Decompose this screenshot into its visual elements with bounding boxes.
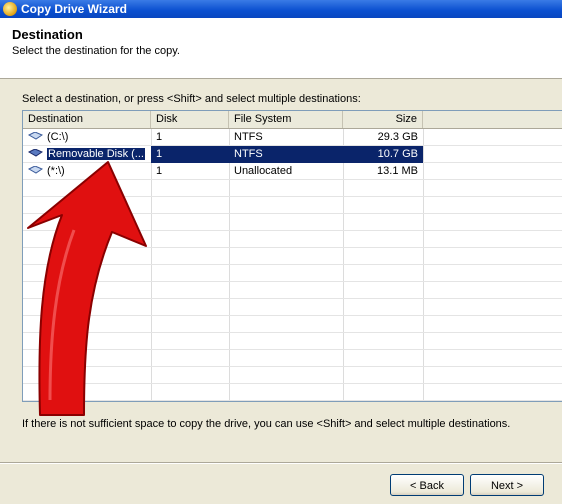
cell-file-system: Unallocated (234, 165, 293, 177)
back-button[interactable]: < Back (390, 474, 464, 496)
grid-line (23, 247, 562, 248)
app-icon (3, 2, 17, 16)
instruction-text: Select a destination, or press <Shift> a… (22, 93, 361, 105)
wizard-header: Destination Select the destination for t… (0, 18, 562, 79)
title-bar: Copy Drive Wizard (0, 0, 562, 18)
table-row[interactable]: (C:\) 1 NTFS 29.3 GB (23, 129, 423, 146)
destination-name: (*:\) (47, 165, 65, 177)
cell-disk: 1 (156, 131, 163, 143)
page-subtitle: Select the destination for the copy. (12, 45, 180, 57)
divider (0, 463, 562, 464)
grid-line (23, 298, 562, 299)
cell-disk: 1 (151, 146, 229, 163)
grid-line (23, 230, 562, 231)
grid-line (23, 349, 562, 350)
column-header-disk[interactable]: Disk (151, 111, 229, 128)
column-header-destination[interactable]: Destination (23, 111, 151, 128)
cell-destination: (*:\) (23, 163, 151, 180)
grid-line (423, 129, 424, 401)
next-button[interactable]: Next > (470, 474, 544, 496)
table-row-selected[interactable]: Removable Disk (... 1 NTFS 10.7 GB (23, 146, 423, 163)
grid-line (23, 213, 562, 214)
cell-destination: (C:\) (23, 129, 151, 146)
destination-list[interactable]: Destination Disk File System Size (C:\) … (22, 110, 562, 402)
grid-line (23, 196, 562, 197)
cell-disk: 1 (156, 165, 163, 177)
table-row[interactable]: (*:\) 1 Unallocated 13.1 MB (23, 163, 423, 180)
column-header-size[interactable]: Size (343, 111, 423, 128)
window-title: Copy Drive Wizard (21, 2, 127, 16)
cell-size: 29.3 GB (377, 131, 418, 143)
cell-file-system: NTFS (234, 131, 263, 143)
grid-line (23, 400, 562, 401)
destination-name: (C:\) (47, 131, 69, 143)
footnote-text: If there is not sufficient space to copy… (22, 418, 511, 430)
removable-disk-icon (28, 149, 43, 157)
destination-name: Removable Disk (... (46, 147, 146, 161)
grid-line (23, 383, 562, 384)
grid-line (23, 332, 562, 333)
cell-size: 13.1 MB (377, 165, 418, 177)
column-header-file-system[interactable]: File System (229, 111, 343, 128)
grid-line (23, 366, 562, 367)
cell-size: 10.7 GB (343, 146, 423, 163)
cell-destination: Removable Disk (... (23, 146, 151, 163)
cell-file-system: NTFS (229, 146, 343, 163)
grid-line (23, 281, 562, 282)
list-header: Destination Disk File System Size (23, 111, 562, 129)
hard-drive-icon (28, 132, 43, 140)
page-title: Destination (12, 27, 83, 42)
grid-line (23, 315, 562, 316)
hard-drive-icon (28, 166, 43, 174)
grid-line (23, 264, 562, 265)
